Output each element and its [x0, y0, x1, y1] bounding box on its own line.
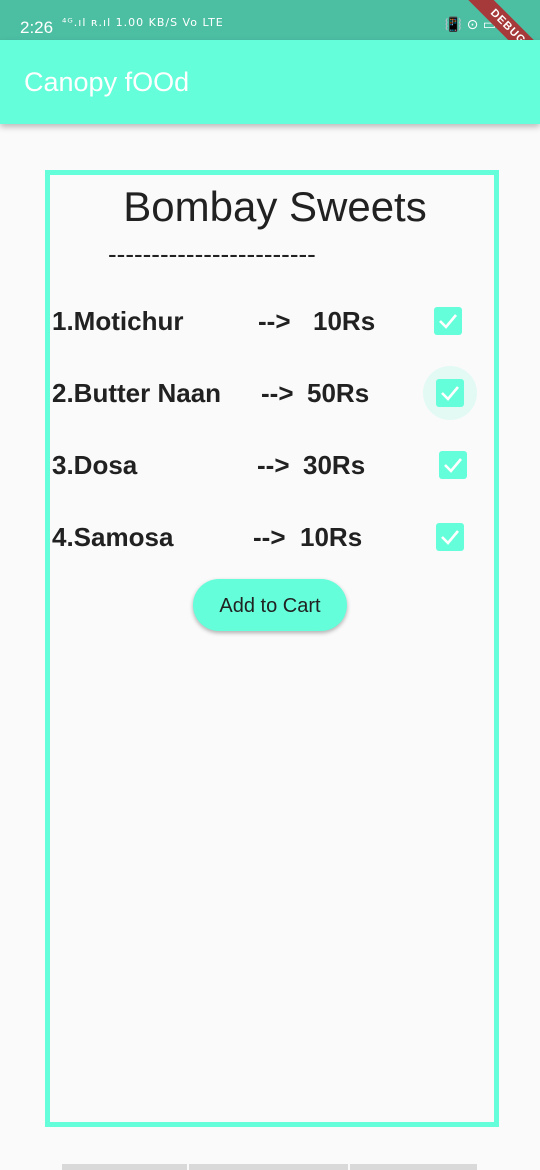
menu-item-motichur: 1.Motichur --> 10Rs	[52, 301, 488, 341]
menu-item-samosa: 4.Samosa --> 10Rs	[52, 517, 488, 557]
item-name: 1.Motichur	[52, 306, 184, 336]
checked-checkbox-icon	[436, 379, 464, 407]
menu-card: Bombay Sweets ------------------------ 1…	[45, 170, 499, 1127]
checked-checkbox-icon	[434, 307, 462, 335]
checked-checkbox-icon	[436, 523, 464, 551]
item-price: 30Rs	[303, 450, 366, 480]
menu-item-butter-naan: 2.Butter Naan --> 50Rs	[52, 366, 488, 420]
item-checkbox[interactable]	[421, 294, 475, 348]
item-arrow: -->	[257, 450, 290, 480]
app-title: Canopy fOOd	[24, 67, 190, 97]
shop-title: Bombay Sweets	[123, 183, 427, 230]
item-price: 10Rs	[300, 522, 363, 552]
item-arrow: -->	[253, 522, 286, 552]
title-divider: ------------------------	[108, 239, 316, 269]
item-name: 4.Samosa	[52, 522, 174, 552]
app-bar: Canopy fOOd	[0, 40, 540, 124]
item-checkbox[interactable]	[423, 366, 477, 420]
item-checkbox[interactable]	[426, 438, 480, 492]
item-name: 2.Butter Naan	[52, 378, 222, 408]
item-price: 50Rs	[307, 378, 370, 408]
network-indicators: ⁴ᴳ.ıl ʀ.ıl 1.00 KB/S Vo LTE	[62, 16, 224, 29]
status-time: 2:26	[20, 18, 54, 37]
bottom-edge-strip	[62, 1164, 477, 1170]
menu-item-dosa: 3.Dosa --> 30Rs	[52, 445, 488, 485]
item-arrow: -->	[261, 378, 294, 408]
item-name: 3.Dosa	[52, 450, 138, 480]
item-price: 10Rs	[313, 306, 376, 336]
item-checkbox[interactable]	[423, 510, 477, 564]
item-arrow: -->	[258, 306, 291, 336]
status-bar: 2:26 ⁴ᴳ.ıl ʀ.ıl 1.00 KB/S Vo LTE 📳 ⊙ ▭ D…	[0, 0, 540, 83]
add-to-cart-button[interactable]: Add to Cart	[193, 579, 347, 631]
checked-checkbox-icon	[439, 451, 467, 479]
